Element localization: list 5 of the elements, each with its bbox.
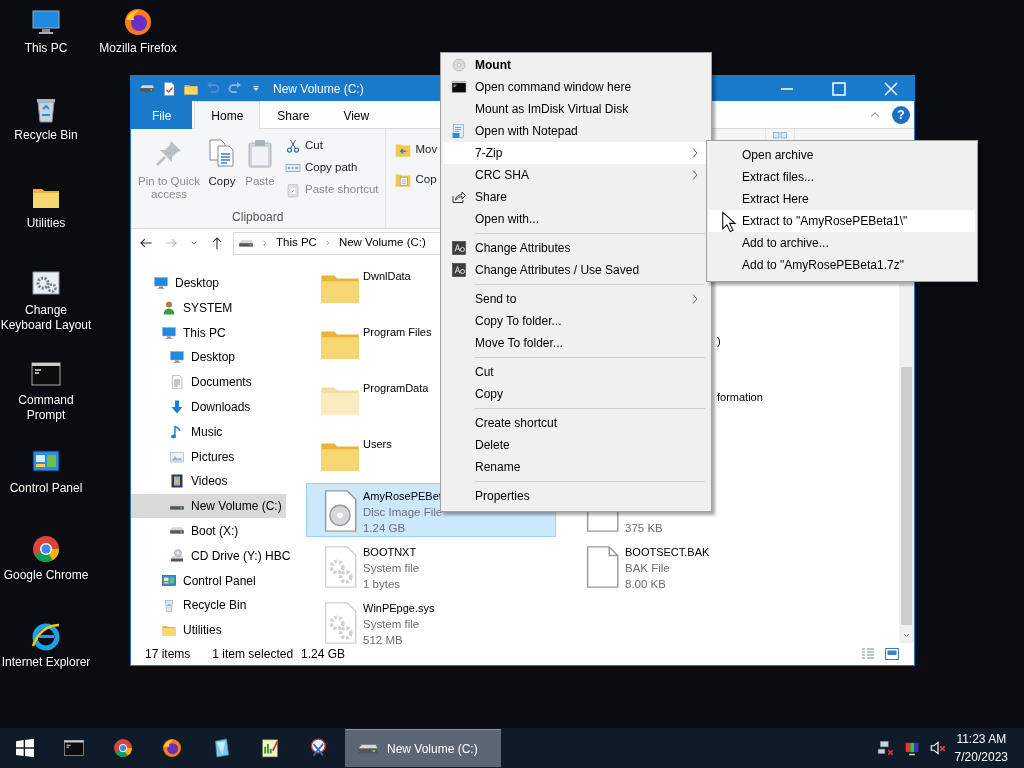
window-title: New Volume (C:) <box>273 80 364 98</box>
item-count: 17 items <box>145 646 191 663</box>
selection-count: 1 item selected <box>212 646 294 663</box>
selection-size: 1.24 GB <box>301 646 346 663</box>
group-label: Clipboard <box>231 209 285 226</box>
